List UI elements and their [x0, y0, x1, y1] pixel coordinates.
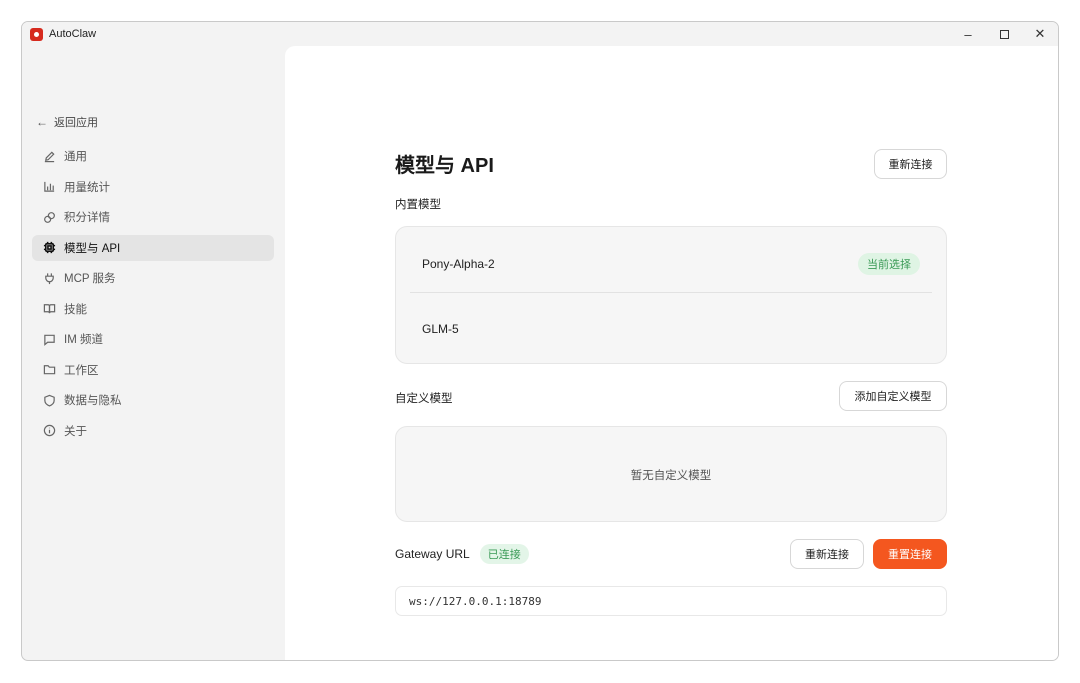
- coins-icon: [42, 210, 56, 224]
- sidebar-item-label: 关于: [64, 425, 87, 438]
- sidebar-item-label: 技能: [64, 303, 87, 316]
- sidebar-item-data-privacy[interactable]: 数据与隐私: [32, 387, 274, 413]
- sidebar-item-usage-stats[interactable]: 用量统计: [32, 174, 274, 200]
- model-name: GLM-5: [422, 321, 459, 336]
- page-title: 模型与 API: [395, 155, 494, 177]
- sidebar-item-label: IM 频道: [64, 334, 103, 346]
- window-controls: – ✕: [950, 22, 1058, 46]
- app-logo-icon: [30, 27, 43, 41]
- settings-nav: 通用 用量统计 积分详情 模型与 API MCP 服务 技能 IM 频道 工作区…: [32, 143, 274, 448]
- window-title: AutoClaw: [49, 28, 97, 40]
- back-link-label: 返回应用: [54, 117, 98, 129]
- sidebar-item-workspace[interactable]: 工作区: [32, 357, 274, 383]
- bar-chart-icon: [42, 180, 56, 194]
- main-panel: 模型与 API 重新连接 内置模型 Pony-Alpha-2 当前选择 GLM-…: [285, 46, 1058, 660]
- model-name: Pony-Alpha-2: [422, 256, 495, 271]
- sidebar-item-mcp[interactable]: MCP 服务: [32, 265, 274, 291]
- chat-icon: [42, 332, 56, 346]
- sidebar-item-label: MCP 服务: [64, 273, 116, 285]
- minimize-button[interactable]: –: [950, 22, 986, 46]
- add-custom-model-button[interactable]: 添加自定义模型: [839, 381, 947, 411]
- builtin-models-card: Pony-Alpha-2 当前选择 GLM-5: [395, 226, 947, 364]
- arrow-left-icon: ←: [36, 115, 48, 129]
- folder-icon: [42, 363, 56, 377]
- sidebar-item-models-api[interactable]: 模型与 API: [32, 234, 274, 261]
- maximize-button[interactable]: [986, 22, 1022, 46]
- custom-models-empty-text: 暂无自定义模型: [630, 470, 712, 482]
- sidebar-item-credits[interactable]: 积分详情: [32, 204, 274, 230]
- custom-models-card: 暂无自定义模型: [395, 426, 947, 522]
- sidebar-item-label: 积分详情: [64, 212, 110, 224]
- current-selection-badge: 当前选择: [858, 252, 920, 275]
- settings-sidebar: ← 返回应用 通用 用量统计 积分详情 模型与 API MCP 服务 技能 IM…: [22, 46, 284, 660]
- model-row-pony-alpha-2[interactable]: Pony-Alpha-2 当前选择: [410, 231, 932, 296]
- gateway-url-row: Gateway URL 已连接: [395, 544, 529, 564]
- sidebar-item-im-channels[interactable]: IM 频道: [32, 326, 274, 352]
- app-window: AutoClaw – ✕ ← 返回应用 通用 用量统计 积分详情 模型与 API…: [21, 21, 1059, 661]
- builtin-models-heading: 内置模型: [395, 199, 441, 211]
- model-row-glm-5[interactable]: GLM-5: [410, 296, 932, 361]
- gateway-reconnect-button[interactable]: 重新连接: [790, 539, 864, 569]
- pencil-icon: [42, 149, 56, 163]
- title-bar: AutoClaw – ✕: [22, 22, 1058, 46]
- model-divider: [410, 292, 932, 293]
- info-icon: [42, 424, 56, 438]
- reset-connection-button[interactable]: 重置连接: [873, 539, 947, 569]
- gateway-url-label: Gateway URL: [395, 547, 470, 561]
- sidebar-item-label: 通用: [64, 151, 87, 163]
- sidebar-item-general[interactable]: 通用: [32, 143, 274, 169]
- shield-icon: [42, 393, 56, 407]
- cpu-icon: [42, 241, 56, 255]
- back-to-app-link[interactable]: ← 返回应用: [36, 114, 98, 130]
- sidebar-item-about[interactable]: 关于: [32, 418, 274, 444]
- sidebar-item-skills[interactable]: 技能: [32, 296, 274, 322]
- book-icon: [42, 302, 56, 316]
- sidebar-item-label: 用量统计: [64, 181, 110, 194]
- sidebar-item-label: 工作区: [64, 364, 99, 377]
- gateway-url-field[interactable]: ws://127.0.0.1:18789: [395, 586, 947, 616]
- sidebar-item-label: 模型与 API: [64, 242, 121, 255]
- maximize-icon: [999, 29, 1009, 39]
- custom-models-heading: 自定义模型: [395, 393, 453, 405]
- close-button[interactable]: ✕: [1022, 22, 1058, 46]
- plug-icon: [42, 271, 56, 285]
- sidebar-item-label: 数据与隐私: [64, 395, 122, 407]
- connection-status-badge: 已连接: [479, 544, 529, 564]
- reconnect-button[interactable]: 重新连接: [874, 149, 947, 179]
